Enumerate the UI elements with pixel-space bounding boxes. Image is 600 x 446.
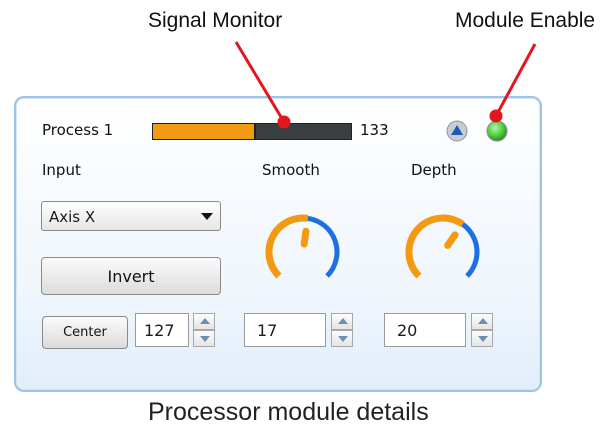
arrow-up-icon (338, 318, 348, 324)
signal-monitor-meter (152, 123, 352, 140)
triangle-up-icon (446, 120, 468, 142)
depth-knob-level-arc (405, 214, 465, 279)
invert-button[interactable]: Invert (41, 257, 221, 295)
smooth-value: 17 (257, 321, 278, 340)
depth-knob-dial (405, 214, 480, 279)
collapse-button[interactable] (446, 120, 468, 142)
depth-decrement-button[interactable] (471, 330, 493, 347)
arrow-down-icon (338, 336, 348, 342)
center-button[interactable]: Center (42, 316, 128, 349)
smooth-decrement-button[interactable] (331, 330, 353, 347)
module-enable-toggle[interactable] (486, 120, 508, 142)
center-decrement-button[interactable] (193, 330, 215, 347)
depth-value: 20 (397, 321, 418, 340)
depth-knob-pointer (444, 231, 459, 249)
input-label: Input (42, 161, 81, 179)
arrow-down-icon (200, 336, 210, 342)
green-led-icon (486, 120, 508, 142)
smooth-knob-remaining-arc (307, 215, 340, 278)
smooth-label: Smooth (262, 161, 320, 179)
smooth-value-input[interactable]: 17 (244, 313, 326, 347)
signal-monitor-fill (153, 124, 256, 139)
center-value-input[interactable]: 127 (135, 313, 189, 347)
depth-knob-remaining-arc (461, 222, 480, 278)
depth-increment-button[interactable] (471, 313, 493, 330)
module-enable-callout: Module Enable (455, 9, 596, 32)
smooth-knob-pointer (300, 227, 310, 248)
depth-knob[interactable] (398, 205, 488, 295)
input-select[interactable]: Axis X (41, 201, 221, 231)
arrow-up-icon (200, 318, 210, 324)
figure-caption: Processor module details (148, 398, 429, 426)
center-button-label: Center (63, 325, 107, 340)
smooth-increment-button[interactable] (331, 313, 353, 330)
chevron-down-icon (201, 213, 213, 220)
depth-value-input[interactable]: 20 (384, 313, 466, 347)
module-title: Process 1 (42, 121, 114, 139)
smooth-knob-level-arc (265, 214, 309, 279)
center-increment-button[interactable] (193, 313, 215, 330)
arrow-down-icon (478, 336, 488, 342)
smooth-knob[interactable] (258, 205, 348, 295)
invert-button-label: Invert (107, 266, 155, 286)
input-select-value: Axis X (49, 208, 96, 226)
signal-value: 133 (360, 121, 389, 139)
arrow-up-icon (478, 318, 488, 324)
smooth-knob-dial (265, 214, 340, 279)
depth-label: Depth (411, 161, 457, 179)
signal-monitor-callout: Signal Monitor (148, 9, 283, 32)
center-value: 127 (144, 321, 175, 340)
